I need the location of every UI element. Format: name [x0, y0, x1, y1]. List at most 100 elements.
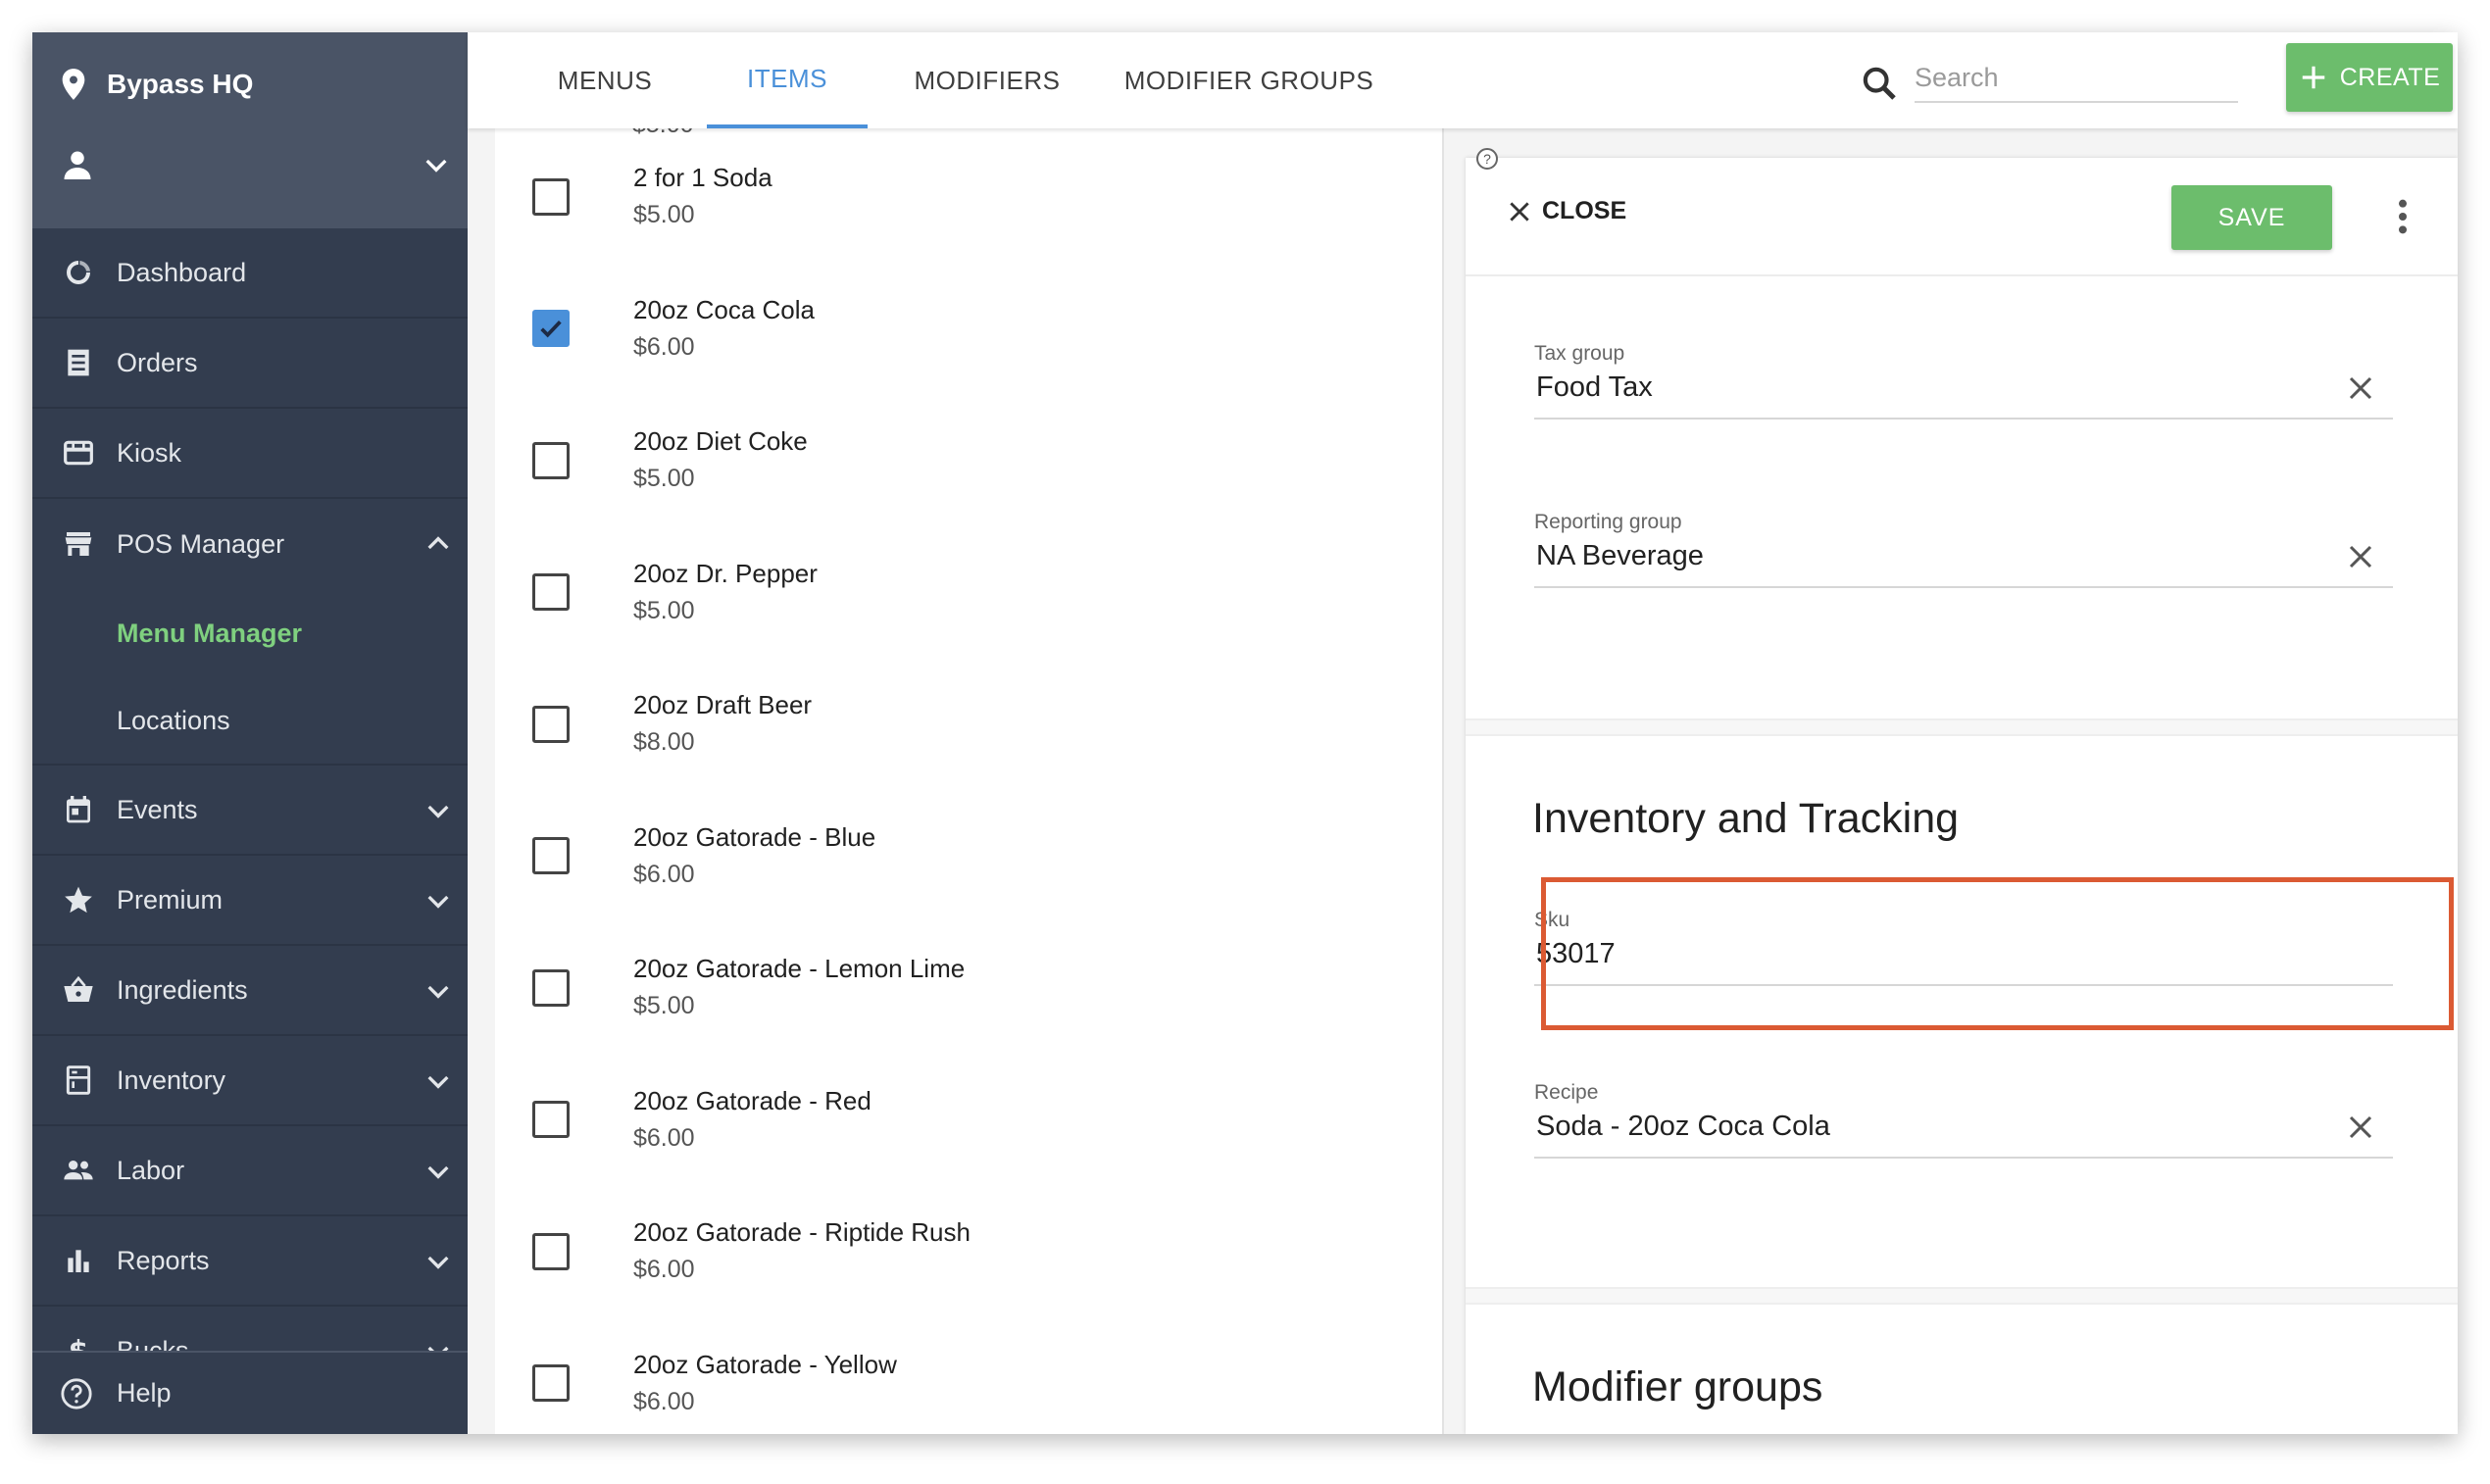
clear-icon[interactable]: [2346, 542, 2375, 571]
chevron-down-icon: [425, 159, 447, 173]
tab-label: ITEMS: [747, 63, 827, 93]
sidebar-item-kiosk[interactable]: Kiosk: [32, 409, 468, 499]
sidebar-item-labor[interactable]: Labor: [32, 1126, 468, 1216]
close-icon: [1510, 201, 1529, 222]
chevron-down-icon: [427, 895, 449, 909]
check-icon: [540, 321, 562, 338]
tab-items[interactable]: ITEMS: [707, 32, 868, 128]
sidebar-item-label: Events: [117, 794, 198, 824]
item-name: 20oz Coca Cola: [633, 294, 815, 324]
inventory-icon: [66, 1065, 91, 1095]
chevron-down-icon: [427, 1075, 449, 1089]
people-icon: [64, 1161, 93, 1180]
checkbox[interactable]: [532, 441, 570, 479]
item-price: $8.00: [633, 728, 695, 756]
tab-label: MODIFIERS: [914, 65, 1061, 95]
sidebar-item-ingredients[interactable]: Ingredients: [32, 946, 468, 1036]
sidebar-item-label: Reports: [117, 1245, 210, 1275]
checkbox[interactable]: [532, 1232, 570, 1270]
kiosk-icon: [64, 440, 93, 466]
sidebar-item-inventory[interactable]: Inventory: [32, 1036, 468, 1126]
search-input[interactable]: [1915, 54, 2238, 103]
item-name: 20oz Dr. Pepper: [633, 558, 818, 588]
item-price: $6.00: [633, 1123, 695, 1152]
section-divider: [1466, 718, 2458, 736]
list-item[interactable]: 20oz Gatorade - Red $6.00: [495, 1054, 1442, 1186]
item-price: $5.00: [633, 992, 695, 1019]
checkbox[interactable]: [532, 705, 570, 743]
checkbox[interactable]: [532, 573, 570, 611]
help-circle-icon: [61, 1377, 92, 1410]
list-item[interactable]: 20oz Dr. Pepper $5.00: [495, 526, 1442, 659]
item-name: 20oz Gatorade - Yellow: [633, 1349, 897, 1379]
user-menu[interactable]: [60, 140, 452, 189]
sidebar-item-premium[interactable]: Premium: [32, 856, 468, 946]
org-selector[interactable]: Bypass HQ: [60, 62, 253, 107]
close-button[interactable]: CLOSE: [1507, 197, 1626, 225]
list-item[interactable]: 20oz Gatorade - Blue $6.00: [495, 790, 1442, 922]
field-label: Tax group: [1534, 342, 1625, 365]
item-name: 20oz Gatorade - Lemon Lime: [633, 954, 966, 983]
items-list: $5.00 2 for 1 Soda $5.00 20oz Coca Cola $6.…: [495, 128, 1444, 1434]
basket-icon: [64, 975, 93, 1002]
item-name: 20oz Gatorade - Riptide Rush: [633, 1217, 971, 1247]
checkbox[interactable]: [532, 837, 570, 874]
tab-menus[interactable]: MENUS: [534, 32, 675, 128]
help-icon[interactable]: ?: [1476, 148, 1498, 170]
orders-icon: [68, 349, 89, 376]
list-item[interactable]: 20oz Gatorade - Riptide Rush $6.00: [495, 1185, 1442, 1317]
app-window: Bypass HQ Dashboard Orders Kiosk POS Man…: [32, 32, 2458, 1434]
list-item[interactable]: 20oz Gatorade - Yellow $6.00: [495, 1317, 1442, 1435]
tab-modifier-groups[interactable]: MODIFIER GROUPS: [1107, 32, 1391, 128]
calendar-icon: [67, 796, 90, 823]
section-divider: [1466, 1287, 2458, 1305]
org-name: Bypass HQ: [107, 69, 254, 99]
more-vertical-icon[interactable]: [2389, 197, 2416, 236]
checkbox[interactable]: [532, 968, 570, 1007]
sidebar-subitem-menu-manager[interactable]: Menu Manager: [32, 589, 468, 677]
item-price: $6.00: [633, 332, 695, 361]
item-price: $6.00: [633, 860, 695, 888]
dashboard-icon: [67, 261, 90, 284]
sidebar-item-events[interactable]: Events: [32, 766, 468, 856]
clear-icon[interactable]: [2346, 373, 2375, 403]
sku-field[interactable]: Sku 53017: [1534, 893, 2393, 986]
checkbox[interactable]: [532, 1101, 570, 1138]
sidebar-item-orders[interactable]: Orders: [32, 319, 468, 409]
sidebar-item-dashboard[interactable]: Dashboard: [32, 228, 468, 319]
item-name: 2 for 1 Soda: [633, 163, 772, 192]
save-button[interactable]: SAVE: [2171, 185, 2332, 250]
item-name: 20oz Draft Beer: [633, 690, 813, 719]
sidebar-header: Bypass HQ: [32, 32, 468, 228]
create-button[interactable]: CREATE: [2286, 43, 2453, 112]
field-label: Reporting group: [1534, 511, 1682, 533]
sidebar-subitem-locations[interactable]: Locations: [32, 677, 468, 766]
list-item[interactable]: 20oz Draft Beer $8.00: [495, 658, 1442, 790]
close-label: CLOSE: [1542, 197, 1627, 224]
sidebar-item-reports[interactable]: Reports: [32, 1216, 468, 1307]
list-item[interactable]: 20oz Diet Coke $5.00: [495, 394, 1442, 526]
reporting-group-field[interactable]: Reporting group NA Beverage: [1534, 495, 2393, 588]
checkbox-checked[interactable]: [532, 310, 570, 347]
list-item[interactable]: 20oz Coca Cola $6.00: [495, 263, 1442, 395]
sidebar-help[interactable]: Help: [32, 1351, 468, 1434]
plus-icon: [2302, 66, 2324, 89]
tax-group-field[interactable]: Tax group Food Tax: [1534, 326, 2393, 420]
sidebar-item-pos-manager[interactable]: POS Manager: [32, 499, 468, 589]
location-pin-icon: [62, 69, 85, 100]
item-price: $6.00: [633, 1387, 695, 1415]
detail-header: CLOSE SAVE: [1466, 158, 2458, 276]
chevron-down-icon: [427, 1256, 449, 1269]
checkbox[interactable]: [532, 1364, 570, 1402]
checkbox[interactable]: [532, 177, 570, 216]
tab-modifiers[interactable]: MODIFIERS: [889, 32, 1085, 128]
search-icon[interactable]: [1860, 64, 1899, 103]
list-item[interactable]: 20oz Gatorade - Lemon Lime $5.00: [495, 921, 1442, 1054]
list-item[interactable]: 2 for 1 Soda $5.00: [495, 130, 1442, 263]
recipe-field[interactable]: Recipe Soda - 20oz Coca Cola: [1534, 1065, 2393, 1159]
sidebar-subitem-label: Locations: [117, 705, 230, 735]
field-value: Soda - 20oz Coca Cola: [1536, 1111, 1830, 1142]
sidebar-item-label: Ingredients: [117, 974, 248, 1005]
field-value: Food Tax: [1536, 371, 1653, 403]
clear-icon[interactable]: [2346, 1113, 2375, 1142]
